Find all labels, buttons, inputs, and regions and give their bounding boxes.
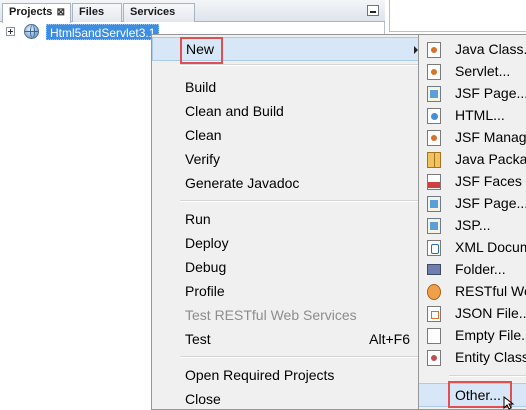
submenu-item-java-class[interactable]: Java Class... xyxy=(419,39,526,61)
submenu-item-label: Entity Class... xyxy=(455,349,526,365)
submenu-item-faces-config[interactable]: JSF Faces Configuration... xyxy=(419,171,526,193)
tab-services-label: Services xyxy=(130,6,176,18)
menu-item-label: Generate Javadoc xyxy=(185,175,300,191)
submenu-item-jsf-page[interactable]: JSF Page... xyxy=(419,83,526,105)
html-file-icon xyxy=(427,108,441,124)
tab-files[interactable]: Files xyxy=(72,3,122,22)
entity-class-icon xyxy=(427,350,441,366)
menu-item-label: Test RESTful Web Services xyxy=(185,307,357,323)
menu-item-debug[interactable]: Debug xyxy=(152,256,425,280)
menu-item-label: Debug xyxy=(185,259,227,275)
menu-item-profile[interactable]: Profile xyxy=(152,280,425,304)
menu-separator xyxy=(180,200,421,202)
menu-item-clean[interactable]: Clean xyxy=(152,124,425,148)
submenu-item-restful[interactable]: RESTful Web Services... xyxy=(419,281,526,303)
menu-item-label: Clean xyxy=(185,127,222,143)
submenu-item-entity-class[interactable]: Entity Class... xyxy=(419,347,526,369)
submenu-item-html[interactable]: HTML... xyxy=(419,105,526,127)
mouse-cursor-icon xyxy=(503,396,515,410)
submenu-item-empty-file[interactable]: Empty File... xyxy=(419,325,526,347)
menu-item-clean-and-build[interactable]: Clean and Build xyxy=(152,100,425,124)
menu-item-label: Clean and Build xyxy=(185,103,284,119)
submenu-item-xml-document[interactable]: XML Document... xyxy=(419,237,526,259)
submenu-item-jsf-page-2[interactable]: JSF Page... xyxy=(419,193,526,215)
tab-projects[interactable]: Projects ⊠ xyxy=(2,3,71,23)
menu-separator xyxy=(180,356,421,358)
menu-item-run[interactable]: Run xyxy=(152,208,425,232)
jsp-icon xyxy=(427,218,441,234)
faces-config-icon xyxy=(427,174,441,190)
xml-document-icon xyxy=(427,240,441,256)
menu-item-generate-javadoc[interactable]: Generate Javadoc xyxy=(152,172,425,196)
submenu-item-managed-bean[interactable]: JSF Managed Bean... xyxy=(419,127,526,149)
json-file-icon xyxy=(427,306,441,322)
submenu-item-label: HTML... xyxy=(455,107,505,123)
menu-item-label: Close xyxy=(185,391,221,407)
submenu-separator xyxy=(449,375,526,377)
menu-item-label: Open Required Projects xyxy=(185,367,335,383)
menu-item-label: Build xyxy=(185,79,217,95)
submenu-item-servlet[interactable]: Servlet... xyxy=(419,61,526,83)
submenu-item-label: Folder... xyxy=(455,261,506,277)
submenu-item-json-file[interactable]: JSON File... xyxy=(419,303,526,325)
submenu-item-label: Java Package... xyxy=(455,151,526,167)
jsf-page-icon xyxy=(427,86,441,102)
tab-services[interactable]: Services xyxy=(123,3,195,22)
close-tab-icon[interactable]: ⊠ xyxy=(57,4,65,21)
menu-item-label: Run xyxy=(185,211,211,227)
folder-icon xyxy=(427,264,441,275)
submenu-item-label: Other... xyxy=(455,387,501,403)
menu-item-new[interactable]: New xyxy=(152,37,425,61)
submenu-item-label: Java Class... xyxy=(455,41,526,57)
menu-item-test[interactable]: Test Alt+F6 xyxy=(152,328,425,352)
tab-projects-label: Projects xyxy=(9,6,53,18)
menu-item-label: Deploy xyxy=(185,235,229,251)
menu-item-verify[interactable]: Verify xyxy=(152,148,425,172)
submenu-item-label: JSF Page... xyxy=(455,85,526,101)
menu-item-close[interactable]: Close xyxy=(152,388,425,410)
submenu-item-label: JSON File... xyxy=(455,305,526,321)
submenu-item-label: JSF Page... xyxy=(455,195,526,211)
web-project-icon xyxy=(24,24,39,39)
expand-icon[interactable] xyxy=(6,27,15,36)
editor-area-edge xyxy=(389,0,526,32)
tab-files-label: Files xyxy=(79,6,105,18)
submenu-item-java-package[interactable]: Java Package... xyxy=(419,149,526,171)
submenu-item-label: JSF Managed Bean... xyxy=(455,129,526,145)
menu-item-label: New xyxy=(186,41,215,57)
panel-tab-bar: Projects ⊠ Files Services xyxy=(0,0,385,23)
submenu-item-label: XML Document... xyxy=(455,239,526,255)
servlet-icon xyxy=(427,64,441,80)
minimize-window-icon[interactable] xyxy=(367,5,379,16)
jsf-page-icon xyxy=(427,196,441,212)
submenu-item-label: JSF Faces Configuration... xyxy=(455,173,526,189)
submenu-item-folder[interactable]: Folder... xyxy=(419,259,526,281)
empty-file-icon xyxy=(427,328,441,344)
menu-separator xyxy=(180,64,421,66)
submenu-item-label: Empty File... xyxy=(455,327,526,343)
new-submenu: Java Class... Servlet... JSF Page... HTM… xyxy=(418,34,526,410)
submenu-item-label: JSP... xyxy=(455,217,491,233)
menu-item-label: Profile xyxy=(185,283,225,299)
submenu-item-label: Servlet... xyxy=(455,63,511,79)
menu-item-open-required-projects[interactable]: Open Required Projects xyxy=(152,364,425,388)
project-name[interactable]: Html5andServlet3.1 xyxy=(46,24,160,40)
submenu-item-jsp[interactable]: JSP... xyxy=(419,215,526,237)
menu-item-test-restful: Test RESTful Web Services xyxy=(152,304,425,328)
java-class-icon xyxy=(427,42,441,58)
menu-item-label: Verify xyxy=(185,151,221,167)
menu-item-deploy[interactable]: Deploy xyxy=(152,232,425,256)
menu-item-shortcut: Alt+F6 xyxy=(369,331,410,347)
menu-item-build[interactable]: Build xyxy=(152,76,425,100)
managed-bean-icon xyxy=(427,130,441,146)
package-icon xyxy=(427,152,441,168)
restful-icon xyxy=(427,284,441,300)
submenu-item-label: RESTful Web Services... xyxy=(455,283,526,299)
project-context-menu: New Build Clean and Build Clean Verify G… xyxy=(151,34,426,410)
menu-item-label: Test xyxy=(185,331,211,347)
